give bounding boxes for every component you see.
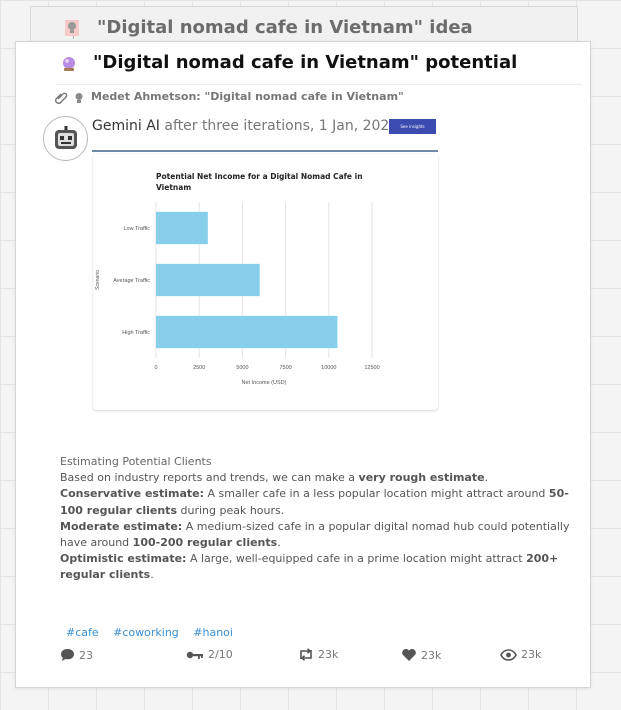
iterations-button[interactable]: 2/10 [186, 648, 233, 661]
x-tick-label: 0 [154, 365, 157, 371]
moderate-bold: 100-200 regular clients [132, 536, 278, 550]
tag-cafe[interactable]: #cafe [66, 626, 99, 639]
bar [156, 315, 338, 349]
x-tick-label: 12500 [364, 365, 379, 371]
conservative-label: Conservative estimate: [60, 487, 205, 501]
eye-icon [500, 649, 517, 661]
x-tick-label: 7500 [279, 365, 291, 371]
author-divider [92, 150, 438, 152]
x-axis-label: Net Income (USD) [242, 380, 287, 386]
author-name[interactable]: Gemini AI [92, 118, 160, 134]
bar [156, 263, 260, 297]
engagement-bar: 23 2/10 23k 23k 23k [60, 648, 560, 666]
views-count: 23k [521, 648, 542, 661]
lightbulb-icon [64, 18, 80, 40]
y-tick-label: High Traffic [122, 330, 150, 336]
title-divider [56, 84, 582, 85]
heart-icon [402, 648, 416, 661]
intro-suffix: . [484, 471, 489, 485]
avatar[interactable] [43, 116, 88, 161]
optimistic-estimate: Optimistic estimate: A large, well-equip… [60, 551, 570, 583]
paperclip-icon [54, 90, 68, 109]
repost-icon [300, 648, 312, 661]
body-intro: Based on industry reports and trends, we… [60, 470, 570, 486]
moderate-suffix: . [277, 536, 281, 550]
crystal-ball-icon [60, 55, 78, 73]
parent-idea-title[interactable]: "Digital nomad cafe in Vietnam" idea [97, 17, 473, 38]
comments-button[interactable]: 23 [60, 648, 93, 662]
post-body: Estimating Potential Clients Based on in… [60, 454, 570, 584]
likes-count: 23k [421, 649, 442, 662]
y-tick-label: Average Traffic [113, 278, 150, 284]
conservative-text: A smaller cafe in a less popular locatio… [204, 487, 549, 501]
optimistic-suffix: . [150, 568, 154, 582]
attachment-label[interactable]: Medet Ahmetson: "Digital nomad cafe in V… [91, 90, 404, 103]
bar [156, 211, 208, 245]
parent-idea-card[interactable]: "Digital nomad cafe in Vietnam" idea [30, 6, 578, 42]
views-indicator: 23k [500, 648, 541, 661]
x-tick-label: 2500 [193, 365, 205, 371]
reposts-count: 23k [318, 648, 339, 661]
x-tick-label: 10000 [321, 365, 336, 371]
moderate-estimate: Moderate estimate: A medium-sized cafe i… [60, 519, 570, 551]
chart-canvas: 0 2500 5000 7500 10000 12500 Low Traffic Averag… [95, 202, 380, 386]
net-income-chart: Potential Net Income for a Digital Nomad… [93, 154, 438, 410]
robot-icon [55, 126, 77, 149]
comments-count: 23 [79, 649, 93, 662]
conservative-suffix: during peak hours. [177, 503, 285, 517]
idea-card: "Digital nomad cafe in Vietnam" potentia… [15, 41, 591, 688]
body-heading: Estimating Potential Clients [60, 455, 212, 468]
like-button[interactable]: 23k [401, 648, 441, 662]
y-tick-label: Low Traffic [124, 226, 151, 232]
lightbulb-icon [74, 90, 84, 109]
iterations-count: 2/10 [208, 648, 233, 661]
tag-list: #cafe #coworking #hanoi [66, 626, 244, 639]
conservative-estimate: Conservative estimate: A smaller cafe in… [60, 486, 570, 518]
optimistic-text: A large, well-equipped cafe in a prime l… [186, 552, 527, 566]
tag-coworking[interactable]: #coworking [113, 626, 179, 639]
card-title: "Digital nomad cafe in Vietnam" potentia… [93, 52, 518, 73]
post-meta: after three iterations, 1 Jan, 2020 [164, 118, 399, 134]
tag-hanoi[interactable]: #hanoi [193, 626, 233, 639]
y-axis-label: Scenario [95, 270, 101, 290]
x-tick-label: 5000 [236, 365, 248, 371]
moderate-label: Moderate estimate: [60, 519, 183, 533]
intro-text: Based on industry reports and trends, we… [60, 471, 359, 485]
key-icon [186, 651, 203, 659]
intro-bold: very rough estimate [358, 471, 485, 485]
repost-button[interactable]: 23k [298, 648, 338, 661]
author-line: Gemini AI after three iterations, 1 Jan,… [92, 118, 398, 134]
comment-icon [61, 649, 74, 661]
optimistic-label: Optimistic estimate: [60, 552, 187, 566]
insights-button[interactable]: See insights [389, 119, 436, 134]
